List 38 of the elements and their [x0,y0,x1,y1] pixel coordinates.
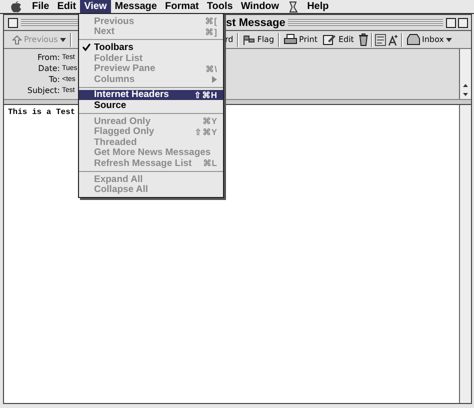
menu-title[interactable]: View [80,0,111,13]
apple-icon[interactable] [10,0,22,12]
flag-button[interactable]: Flag [241,32,276,47]
header-label: Subject: [26,85,60,96]
menu-title[interactable]: Window [236,0,284,13]
font-size-icon[interactable] [388,34,399,46]
close-box[interactable] [8,18,18,28]
caret-icon [446,38,452,42]
printer-icon [284,34,298,45]
menu-title[interactable]: Tools [202,0,237,13]
message-body: This is a Test [8,108,76,117]
caret-icon [60,38,66,42]
trash-icon[interactable] [358,33,369,46]
menu-item[interactable]: Source [79,100,223,111]
inbox-icon [406,34,420,45]
submenu-arrow-icon [212,76,217,83]
print-button[interactable]: Print [282,32,320,47]
menu-item[interactable]: Internet Headers ⇧⌘H [79,90,223,100]
arrow-icon [12,34,22,44]
zoom-box[interactable] [446,18,456,28]
menu-item[interactable]: Toolbars [79,42,223,53]
edit-button[interactable]: Edit [321,32,356,47]
collapse-box[interactable] [458,18,468,28]
scrollbar[interactable] [459,105,471,403]
header-label: From: [36,52,60,63]
edit-icon [323,34,336,45]
header-label: To: [48,74,60,85]
document-icon[interactable] [374,34,386,46]
menu-title[interactable]: File [28,0,54,13]
header-label: Date: [37,63,60,74]
inbox-button[interactable]: Inbox [404,32,454,47]
scrollbar[interactable] [459,49,471,99]
menu-title[interactable]: Format [160,0,203,13]
menu-title[interactable]: Edit [53,0,80,13]
window-title: st Message [226,16,286,28]
menu-title[interactable]: Help [303,0,333,13]
flag-icon [243,34,256,44]
menu-title[interactable]: Message [110,0,161,13]
